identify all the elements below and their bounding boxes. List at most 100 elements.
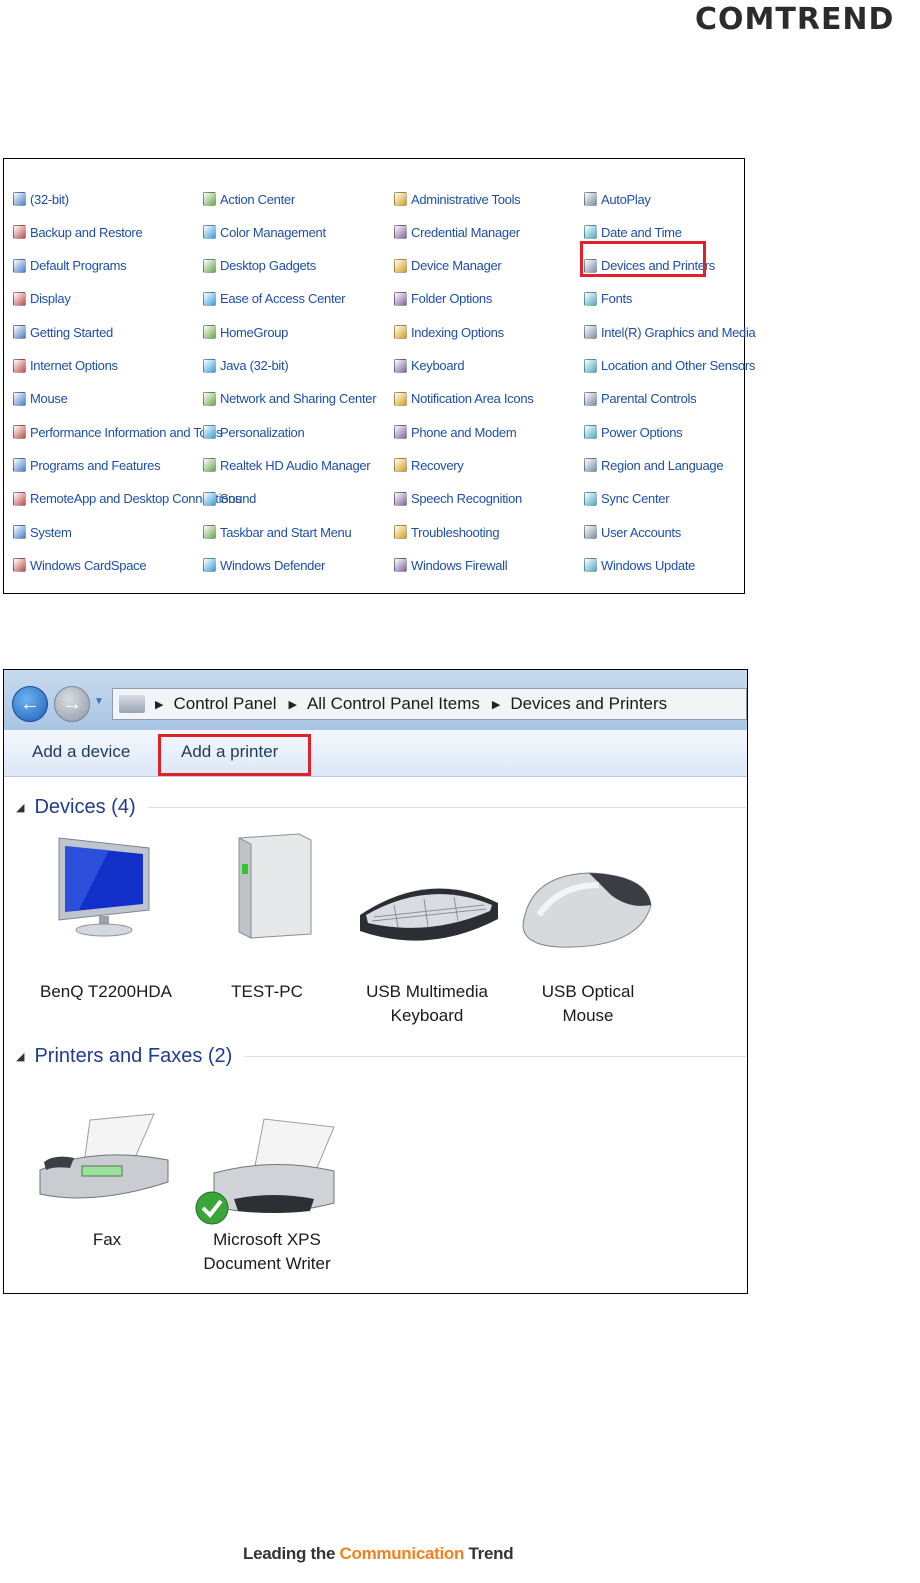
cp-item-taskbar-and-start-menu[interactable]: Taskbar and Start Menu — [203, 522, 352, 542]
power-options-icon — [584, 425, 597, 440]
cp-item-system[interactable]: System — [13, 522, 72, 542]
cp-item-parental-controls[interactable]: Parental Controls — [584, 389, 697, 409]
cp-item-backup-and-restore[interactable]: Backup and Restore — [13, 222, 143, 242]
system-icon — [13, 525, 26, 539]
parental-controls-icon — [584, 391, 597, 406]
cp-item-desktop-gadgets[interactable]: Desktop Gadgets — [203, 256, 316, 276]
cp-item-label: Recovery — [411, 457, 464, 473]
getting-started-icon — [13, 325, 26, 340]
cp-item-windows-update[interactable]: Windows Update — [584, 555, 695, 575]
cp-item-getting-started[interactable]: Getting Started — [13, 322, 113, 342]
device-benq-monitor[interactable]: BenQ T2200HDA — [31, 980, 181, 1004]
history-dropdown-icon[interactable]: ▼ — [94, 696, 104, 707]
cp-item-label: Credential Manager — [411, 224, 520, 240]
device-usb-mouse[interactable]: USB Optical Mouse — [514, 980, 662, 1028]
cp-item-region-and-language[interactable]: Region and Language — [584, 455, 724, 475]
cp-item-speech-recognition[interactable]: Speech Recognition — [394, 489, 522, 509]
cp-item-label: Sync Center — [601, 491, 670, 507]
cp-item-fonts[interactable]: Fonts — [584, 289, 632, 309]
cp-item-windows-cardspace[interactable]: Windows CardSpace — [13, 555, 147, 575]
breadcrumb-control-panel[interactable]: Control Panel — [173, 694, 276, 714]
control-panel-items: (32-bit) Action Center Administrative Tool… — [3, 158, 756, 594]
cp-item-mouse[interactable]: Mouse — [13, 389, 68, 409]
cp-item-label: User Accounts — [601, 524, 681, 540]
cp-item-programs-and-features[interactable]: Programs and Features — [13, 455, 161, 475]
device-test-pc[interactable]: TEST-PC — [192, 980, 342, 1004]
homegroup-icon — [203, 325, 216, 340]
cp-item-default-programs[interactable]: Default Programs — [13, 256, 127, 276]
cp-item-indexing-options[interactable]: Indexing Options — [394, 322, 504, 342]
cp-item-device-manager[interactable]: Device Manager — [394, 256, 502, 276]
back-icon[interactable]: ← — [12, 686, 48, 722]
devices-group-header[interactable]: ◢ Devices (4) — [16, 796, 746, 819]
cp-item-location-and-other-sensors[interactable]: Location and Other Sensors — [584, 356, 755, 376]
cp-item-sync-center[interactable]: Sync Center — [584, 489, 670, 509]
cp-item-windows-defender[interactable]: Windows Defender — [203, 555, 325, 575]
chevron-right-icon[interactable]: ▶ — [492, 698, 500, 711]
breadcrumb[interactable]: ▶ Control Panel ▶ All Control Panel Item… — [112, 688, 747, 720]
cp-item-autoplay[interactable]: AutoPlay — [584, 189, 651, 209]
keyboard-icon[interactable] — [354, 875, 504, 945]
cp-item-credential-manager[interactable]: Credential Manager — [394, 222, 520, 242]
cp-item-ease-of-access-center[interactable]: Ease of Access Center — [203, 289, 346, 309]
backup-and-restore-icon — [13, 225, 26, 240]
cp-item-sound[interactable]: Sound — [203, 489, 256, 509]
cp-item-homegroup[interactable]: HomeGroup — [203, 322, 288, 342]
cp-item-32-bit[interactable]: (32-bit) — [13, 189, 69, 209]
footer-tagline: Leading the Communication Trend — [243, 1544, 514, 1563]
pc-tower-icon[interactable] — [219, 830, 319, 945]
forward-icon[interactable]: → — [54, 686, 90, 722]
collapse-icon[interactable]: ◢ — [16, 801, 24, 814]
recovery-icon — [394, 458, 407, 473]
breadcrumb-all-items[interactable]: All Control Panel Items — [307, 694, 480, 714]
cp-item-administrative-tools[interactable]: Administrative Tools — [394, 189, 521, 209]
cp-item-troubleshooting[interactable]: Troubleshooting — [394, 522, 500, 542]
cp-item-color-management[interactable]: Color Management — [203, 222, 326, 242]
chevron-right-icon[interactable]: ▶ — [155, 698, 163, 711]
fonts-icon — [584, 291, 597, 306]
cp-item-network-and-sharing-center[interactable]: Network and Sharing Center — [203, 389, 377, 409]
fax-icon[interactable] — [34, 1110, 174, 1210]
monitor-icon[interactable] — [49, 830, 159, 940]
add-device-button[interactable]: Add a device — [32, 742, 130, 762]
cp-item-notification-area-icons[interactable]: Notification Area Icons — [394, 389, 534, 409]
region-and-language-icon — [584, 458, 597, 473]
cp-item-label: Network and Sharing Center — [220, 391, 377, 407]
device-usb-keyboard[interactable]: USB Multimedia Keyboard — [352, 980, 502, 1028]
cp-item-user-accounts[interactable]: User Accounts — [584, 522, 681, 542]
cp-item-performance-information-and-tools[interactable]: Performance Information and Tools — [13, 422, 223, 442]
cp-item-display[interactable]: Display — [13, 289, 71, 309]
cp-item-folder-options[interactable]: Folder Options — [394, 289, 492, 309]
sync-center-icon — [584, 491, 597, 506]
cp-item-label: Display — [30, 291, 71, 307]
cp-item-windows-firewall[interactable]: Windows Firewall — [394, 555, 508, 575]
breadcrumb-devices-printers[interactable]: Devices and Printers — [510, 694, 667, 714]
cp-item-action-center[interactable]: Action Center — [203, 189, 295, 209]
cp-item-internet-options[interactable]: Internet Options — [13, 356, 118, 376]
keyboard-icon — [394, 358, 407, 373]
cp-item-phone-and-modem[interactable]: Phone and Modem — [394, 422, 517, 442]
ease-of-access-center-icon — [203, 291, 216, 306]
cp-item-keyboard[interactable]: Keyboard — [394, 356, 465, 376]
cp-item-recovery[interactable]: Recovery — [394, 455, 464, 475]
credential-manager-icon — [394, 225, 407, 240]
mouse-icon[interactable] — [519, 865, 659, 955]
cp-item-power-options[interactable]: Power Options — [584, 422, 683, 442]
cp-item-date-and-time[interactable]: Date and Time — [584, 222, 682, 242]
chevron-right-icon[interactable]: ▶ — [288, 698, 296, 711]
cp-item-label: Windows Firewall — [411, 557, 508, 573]
cp-item-label: Administrative Tools — [411, 191, 521, 207]
speech-recognition-icon — [394, 491, 407, 506]
collapse-icon[interactable]: ◢ — [16, 1050, 24, 1063]
cp-item-intel-r-graphics-and-media[interactable]: Intel(R) Graphics and Media — [584, 322, 756, 342]
cp-item-realtek-hd-audio-manager[interactable]: Realtek HD Audio Manager — [203, 455, 371, 475]
default-programs-icon — [13, 258, 26, 273]
cp-item-label: Indexing Options — [411, 324, 504, 340]
printer-microsoft-xps[interactable]: Microsoft XPS Document Writer — [192, 1228, 342, 1276]
printer-fax[interactable]: Fax — [32, 1228, 182, 1252]
cp-item-personalization[interactable]: Personalization — [203, 422, 305, 442]
display-icon — [13, 291, 26, 306]
cp-item-java-32-bit[interactable]: Java (32-bit) — [203, 356, 289, 376]
printers-group-header[interactable]: ◢ Printers and Faxes (2) — [16, 1045, 746, 1068]
desktop-gadgets-icon — [203, 258, 216, 273]
